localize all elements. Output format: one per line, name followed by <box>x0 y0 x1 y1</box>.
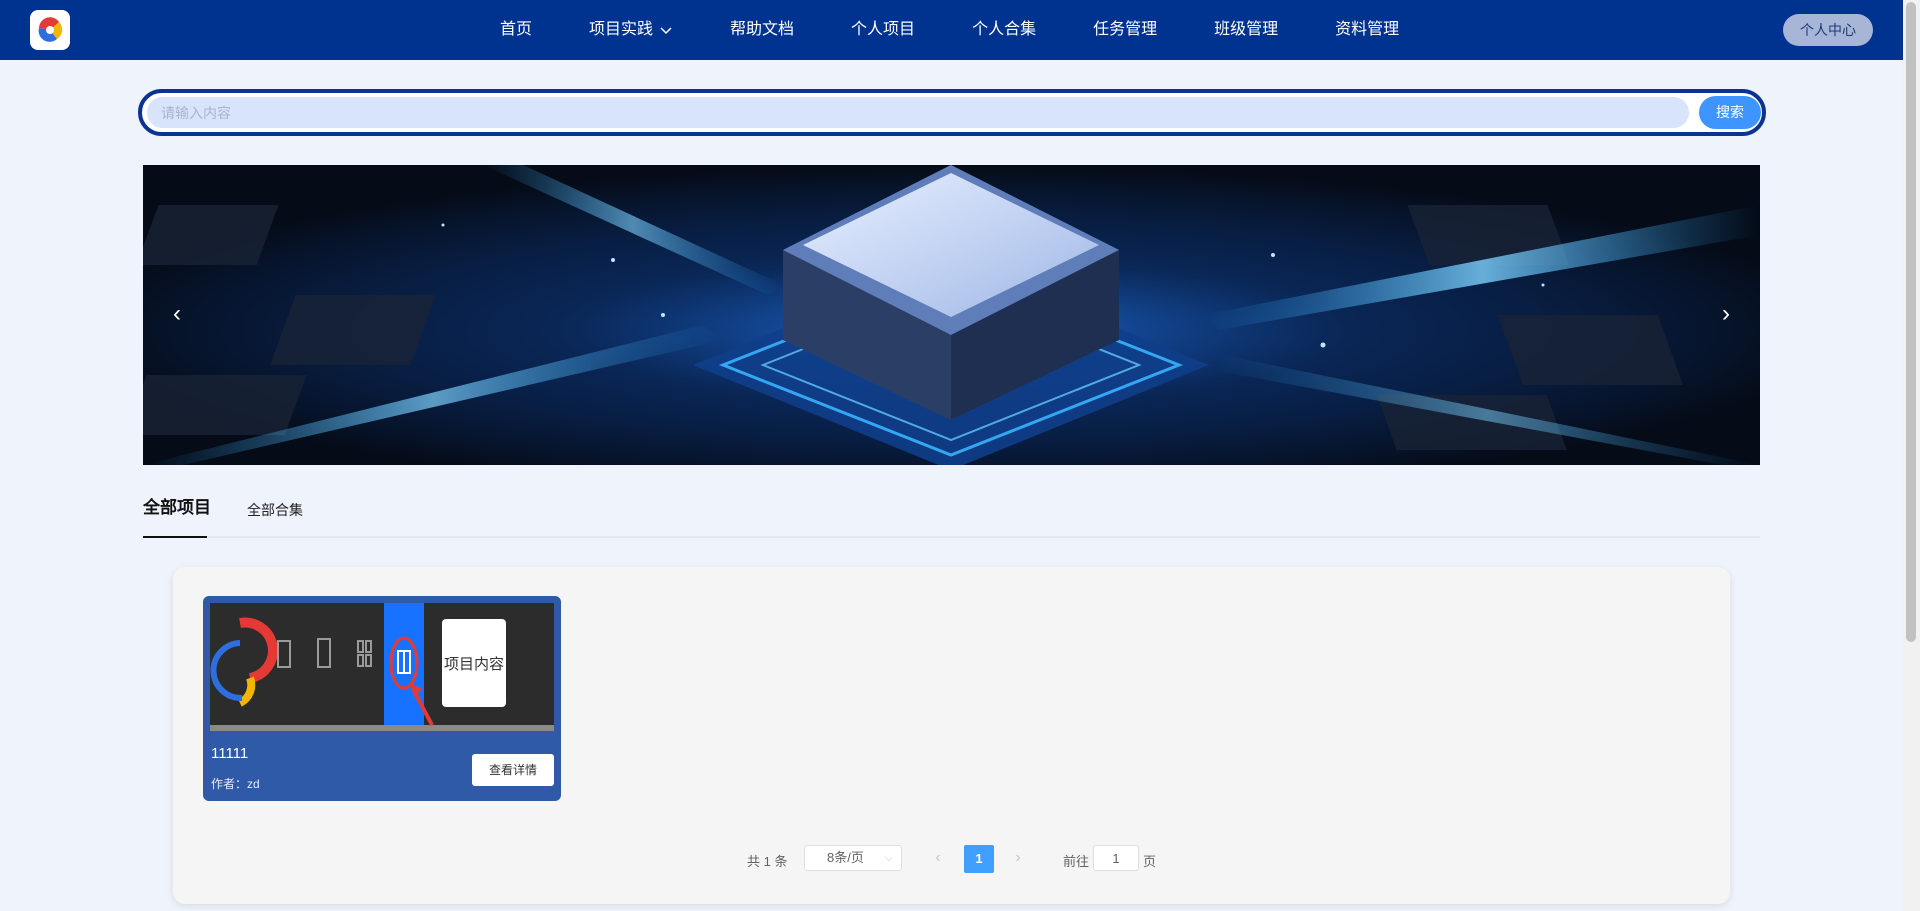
goto-page-input[interactable] <box>1093 845 1139 871</box>
thumbnail-label: 项目内容 <box>444 656 504 673</box>
search-input[interactable] <box>147 97 1689 128</box>
nav-item-personal-collections[interactable]: 个人合集 <box>972 0 1036 60</box>
nav-item-task-management[interactable]: 任务管理 <box>1093 0 1157 60</box>
nav-item-material-management[interactable]: 资料管理 <box>1335 0 1399 60</box>
page-number-button[interactable]: 1 <box>964 845 994 873</box>
project-author: 作者：zd <box>211 777 260 791</box>
goto-label: 前往 <box>1063 854 1090 869</box>
top-navbar: 首页 项目实践 帮助文档 个人项目 个人合集 任务管理 班级管理 资料管理 个人… <box>0 0 1903 60</box>
nav-item-help-docs[interactable]: 帮助文档 <box>730 0 794 60</box>
page-size-select[interactable]: 8条/页 ⌵ <box>804 845 902 871</box>
nav-item-label: 班级管理 <box>1214 21 1279 38</box>
user-center-button[interactable]: 个人中心 <box>1783 14 1873 46</box>
main-nav: 首页 项目实践 帮助文档 个人项目 个人合集 任务管理 班级管理 资料管理 <box>500 0 1456 60</box>
nav-item-label: 帮助文档 <box>730 21 795 38</box>
project-title: 11111 <box>211 745 249 762</box>
scrollbar-thumb[interactable] <box>1906 2 1916 642</box>
banner-image <box>143 165 1760 465</box>
project-tabs: 全部项目 全部合集 <box>143 497 1760 538</box>
prev-page-button[interactable]: ‹ <box>926 845 950 873</box>
nav-item-project-practice[interactable]: 项目实践 <box>589 0 673 60</box>
pagination: 共 1 条 8条/页 ⌵ ‹ 1 › 前往 页 <box>0 845 1903 873</box>
banner-carousel: ‹ › <box>143 165 1760 465</box>
search-bar: 搜索 <box>138 89 1766 136</box>
chevron-down-icon <box>660 27 672 35</box>
page-size-value: 8条/页 <box>827 850 864 865</box>
page-suffix-label: 页 <box>1143 854 1157 869</box>
view-details-button[interactable]: 查看详情 <box>472 754 554 786</box>
banner-prev-button[interactable]: ‹ <box>161 299 193 331</box>
nav-item-label: 资料管理 <box>1335 21 1400 38</box>
nav-item-home[interactable]: 首页 <box>500 0 532 60</box>
banner-next-button[interactable]: › <box>1710 299 1742 331</box>
project-thumbnail: 项目内容 <box>210 603 554 731</box>
app-logo-icon[interactable] <box>30 10 70 50</box>
chevron-down-icon: ⌵ <box>884 852 893 864</box>
nav-item-label: 任务管理 <box>1093 21 1158 38</box>
chevron-right-icon: › <box>1015 849 1021 866</box>
search-button[interactable]: 搜索 <box>1699 96 1761 129</box>
project-card[interactable]: 项目内容 11111 作者：zd 查看详情 <box>203 596 561 801</box>
nav-item-class-management[interactable]: 班级管理 <box>1214 0 1278 60</box>
nav-item-label: 项目实践 <box>589 21 654 38</box>
next-page-button[interactable]: › <box>1006 845 1030 873</box>
nav-item-label: 个人合集 <box>972 21 1037 38</box>
nav-item-label: 首页 <box>500 21 533 38</box>
tab-all-collections[interactable]: 全部合集 <box>247 499 303 538</box>
pagination-total: 共 1 条 <box>747 854 788 869</box>
chevron-left-icon: ‹ <box>935 849 941 866</box>
nav-item-personal-projects[interactable]: 个人项目 <box>851 0 915 60</box>
tab-all-projects[interactable]: 全部项目 <box>143 497 211 538</box>
nav-item-label: 个人项目 <box>851 21 916 38</box>
